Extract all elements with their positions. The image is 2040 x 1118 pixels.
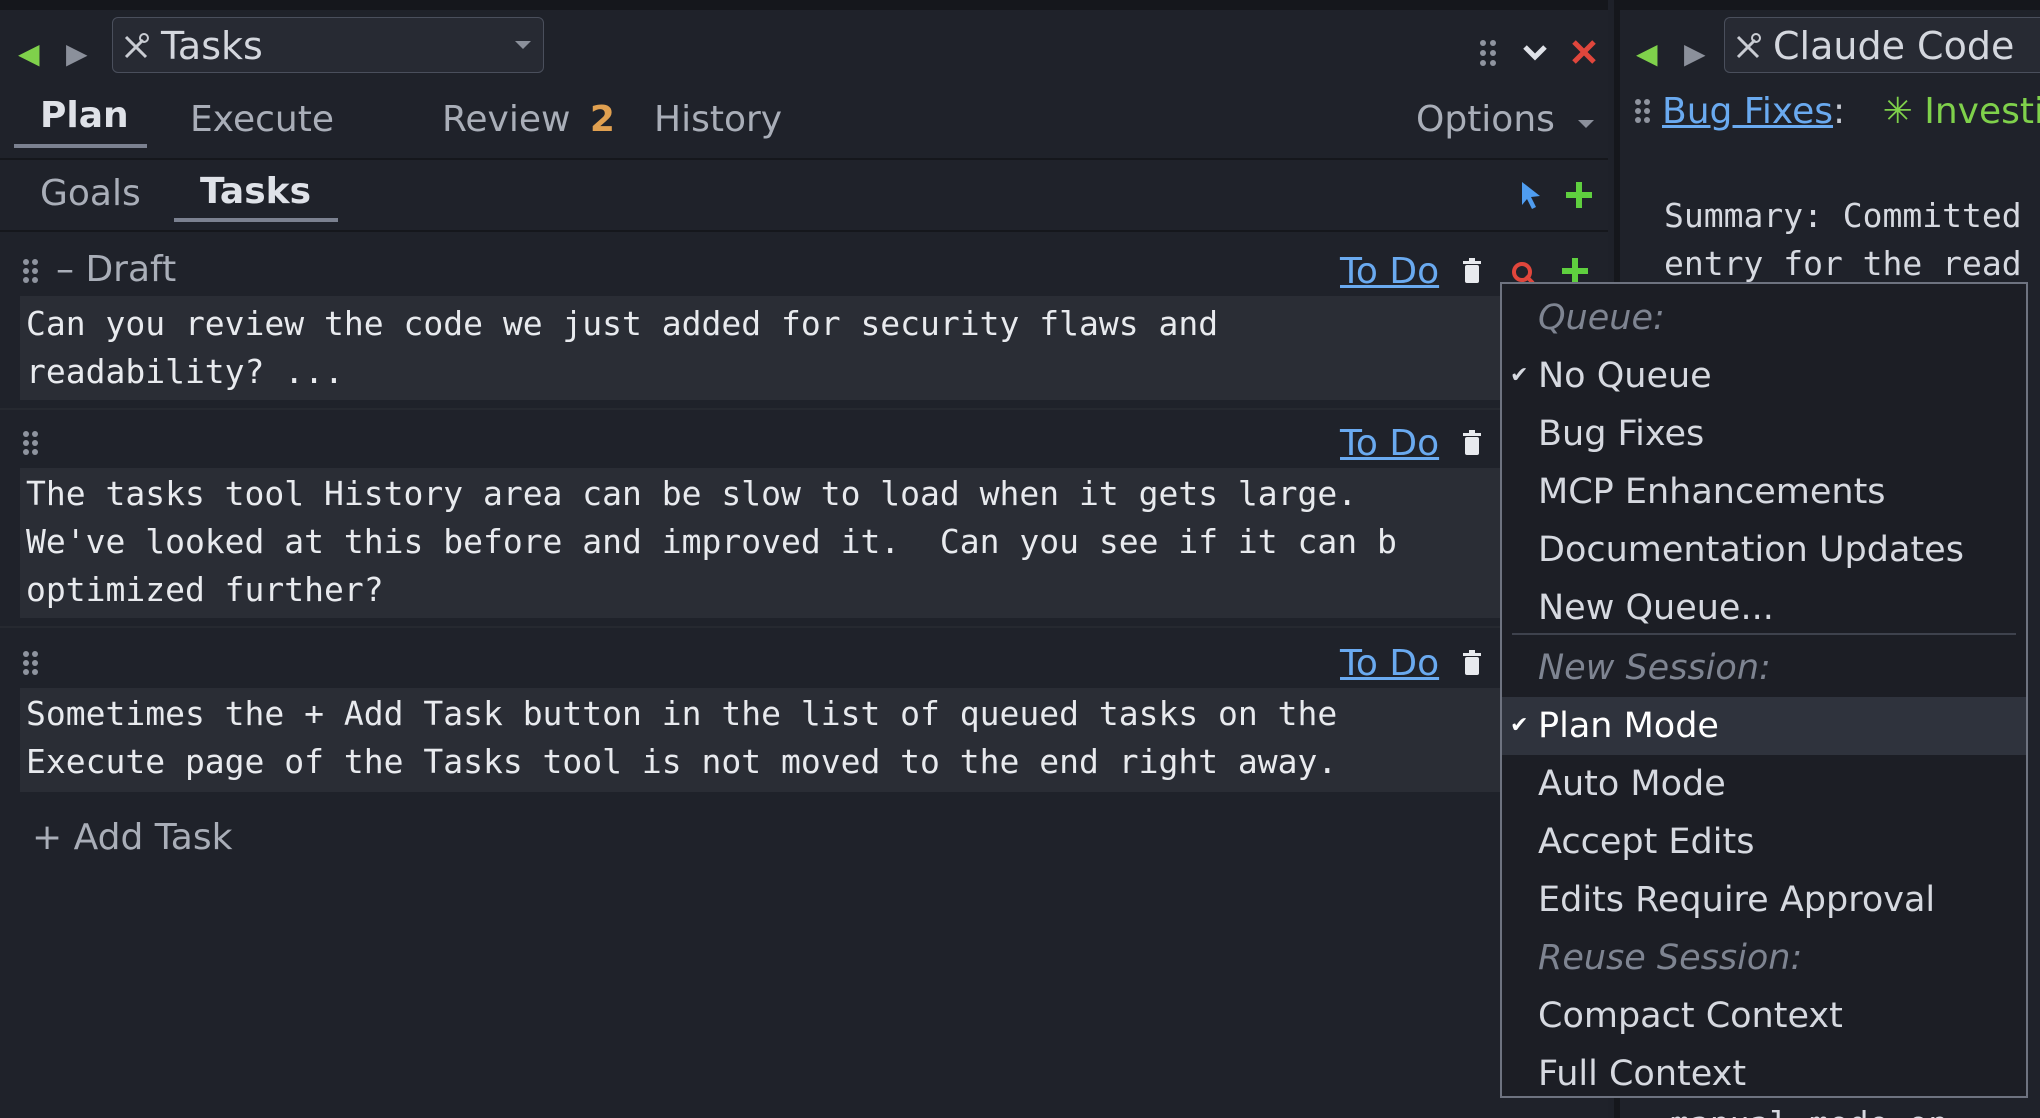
tasks-panel: ◀ ▶ Tasks Plan Execute Review 2 History … [0,0,1608,1118]
task-status-link[interactable]: To Do [1340,422,1439,466]
bottom-status-text: manual mode on [1670,1104,1948,1118]
menu-item-edits-require-approval[interactable]: Edits Require Approval [1502,871,2026,929]
subtabs-divider [0,230,1608,232]
queue-link[interactable]: Bug Fixes [1662,91,1833,132]
menu-item-mcp-enhancements[interactable]: MCP Enhancements [1502,463,2026,521]
subtab-tasks-underline [174,218,338,222]
menu-header-new-session: New Session: [1538,648,1771,688]
menu-item-new-queue[interactable]: New Queue... [1502,579,2026,637]
menu-item-label: Plan Mode [1538,706,1719,746]
add-task-button[interactable]: + Add Task [32,816,232,860]
summary-line: Summary: Committed [1664,196,2022,235]
add-goal-icon[interactable] [1564,180,1594,210]
menu-item-full-context[interactable]: Full Context [1502,1045,2026,1103]
session-status: ✳ Investig [1882,91,2040,132]
options-label: Options [1416,99,1555,140]
task-status-link[interactable]: To Do [1340,250,1439,294]
drag-handle-icon[interactable] [1478,38,1500,68]
menu-item-auto-mode[interactable]: Auto Mode [1502,755,2026,813]
subtab-goals[interactable]: Goals [40,172,141,216]
session-header: Bug Fixes: ✳ Investig [1662,90,2040,134]
tool-selector-dropdown[interactable]: Tasks [112,17,544,73]
task-divider [0,408,1608,410]
trash-icon[interactable] [1462,430,1482,456]
task-drag-handle-icon[interactable] [22,258,40,284]
tab-review[interactable]: Review 2 [442,98,615,142]
menu-item-accept-edits[interactable]: Accept Edits [1502,813,2026,871]
menu-item-bug-fixes[interactable]: Bug Fixes [1502,405,2026,463]
trash-icon[interactable] [1462,258,1482,284]
forward-arrow-icon[interactable]: ▶ [66,34,88,74]
task-card[interactable]: Can you review the code we just added fo… [20,296,1500,400]
task-status-link[interactable]: To Do [1340,642,1439,686]
options-menu-button[interactable]: Options [1416,98,1555,142]
task-text[interactable]: Sometimes the + Add Task button in the l… [20,688,1500,786]
options-caret-icon [1578,120,1594,128]
subtab-tasks[interactable]: Tasks [200,170,311,214]
summary-line: entry for the read [1664,244,2022,283]
task-drag-handle-icon[interactable] [22,650,40,676]
task-text[interactable]: The tasks tool History area can be slow … [20,468,1500,614]
menu-header-reuse-session: Reuse Session: [1538,938,1803,978]
chevron-down-icon [515,41,531,49]
menu-separator [1512,633,2016,635]
task-card[interactable]: Sometimes the + Add Task button in the l… [20,688,1500,792]
menu-item-label: No Queue [1538,356,1712,396]
tools-icon [1736,33,1761,59]
task-section-label[interactable]: – Draft [56,248,176,292]
drag-handle-icon[interactable] [1634,98,1652,124]
collapse-chevron-icon[interactable] [1522,42,1548,64]
task-section-name: Draft [85,249,177,290]
tab-review-label: Review [442,99,571,140]
tabs-divider [0,158,1608,160]
checkmark-icon: ✔ [1510,713,1529,738]
menu-item-no-queue[interactable]: ✔ No Queue [1502,347,2026,405]
trash-icon[interactable] [1462,650,1482,676]
tool-selector-label: Tasks [161,24,263,68]
tool-selector-dropdown[interactable]: Claude Code [1724,17,2040,73]
task-divider [0,626,1608,628]
pointer-icon[interactable] [1518,180,1544,210]
task-card[interactable]: The tasks tool History area can be slow … [20,468,1500,618]
tool-selector-label: Claude Code [1773,24,2015,68]
back-arrow-icon[interactable]: ◀ [1636,34,1658,74]
menu-item-plan-mode[interactable]: ✔ Plan Mode [1502,697,2026,755]
tab-execute[interactable]: Execute [190,98,334,142]
menu-item-documentation-updates[interactable]: Documentation Updates [1502,521,2026,579]
tab-plan-underline [14,144,147,148]
close-icon[interactable] [1570,38,1598,66]
tools-icon [124,33,149,59]
task-text[interactable]: Can you review the code we just added fo… [20,296,1500,396]
menu-header-queue: Queue: [1538,298,1665,338]
task-drag-handle-icon[interactable] [22,430,40,456]
review-count-badge: 2 [589,99,615,140]
queue-mode-menu: Queue: ✔ No Queue Bug Fixes MCP Enhancem… [1500,282,2028,1098]
forward-arrow-icon[interactable]: ▶ [1684,34,1706,74]
tab-plan[interactable]: Plan [40,94,129,138]
tab-history[interactable]: History [654,98,782,142]
checkmark-icon: ✔ [1510,363,1529,388]
menu-item-compact-context[interactable]: Compact Context [1502,987,2026,1045]
back-arrow-icon[interactable]: ◀ [18,34,40,74]
